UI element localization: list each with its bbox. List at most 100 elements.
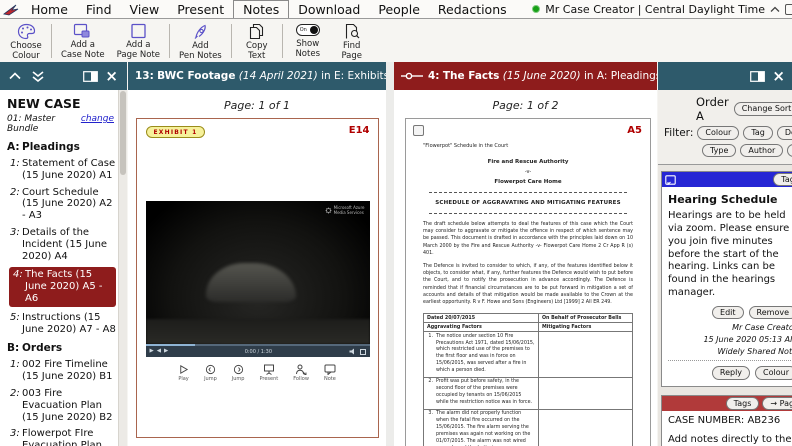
toggle-on-icon: On (296, 23, 320, 38)
sidebar-item-flowerpot-fire-evacuation[interactable]: 3: Flowerpot FIre Evacuation Plan (15 Ju… (7, 428, 116, 446)
volume-icon[interactable] (349, 348, 357, 355)
colour-button[interactable]: Colour (755, 366, 792, 380)
notes-panel: × Order A Change Sort Order Filter: Colo… (658, 62, 792, 446)
expand-all-icon[interactable] (32, 71, 44, 82)
play-button[interactable]: Play (178, 364, 189, 382)
sidebar-item-details-of-incident[interactable]: 3: Details of the Incident (15 June 2020… (7, 227, 116, 262)
button-label: Colour (12, 51, 40, 61)
change-bundle-link[interactable]: change (81, 114, 116, 124)
jump-forward-button[interactable]: Jump (232, 364, 245, 382)
sidebar-item-statement-of-case[interactable]: 1: Statement of Case (15 June 2020) A1 (7, 158, 116, 182)
note-button[interactable]: Note (324, 364, 336, 382)
button-label: Find (343, 41, 360, 51)
sidebar-item-court-schedule[interactable]: 2: Court Schedule (15 June 2020) A2 - A3 (7, 187, 116, 222)
page-select-checkbox[interactable] (413, 125, 424, 136)
scrollbar-thumb[interactable] (120, 91, 126, 175)
copy-text-button[interactable]: Copy Text (235, 20, 279, 62)
close-icon[interactable]: × (772, 69, 785, 84)
case-title: NEW CASE (7, 96, 116, 111)
doc-caption: "Flowerpot" Schedule in the Court (423, 143, 633, 149)
note-card-hearing-schedule: Tags Hearing Schedule Hearings are to be… (661, 171, 792, 387)
table-subheader-cell: Aggravating Factors (424, 323, 539, 332)
choose-colour-button[interactable]: Choose Colour (4, 20, 48, 62)
tags-button[interactable]: Tags (726, 397, 760, 411)
table-subheader-cell: Mitigating Factors (538, 323, 632, 332)
copy-icon (249, 23, 265, 40)
button-label: Copy (246, 41, 268, 51)
page-indicator: Page: 1 of 1 (128, 99, 386, 112)
jump-back-button[interactable]: Jump (204, 364, 217, 382)
tags-button[interactable]: Tags (773, 173, 792, 187)
close-icon[interactable]: × (105, 69, 118, 84)
jump-back-icon (205, 364, 216, 375)
viewer2-header: 4: The Facts (15 June 2020) in A: Pleadi… (394, 62, 657, 90)
app-logo-icon[interactable] (0, 0, 22, 18)
present-button[interactable]: Present (259, 364, 278, 382)
schedule-title: SCHEDULE OF AGGRAVATING AND MITIGATING F… (423, 200, 633, 206)
filter-type-button[interactable]: Type (702, 144, 736, 158)
menu-item-redactions[interactable]: Redactions (429, 0, 516, 18)
menu-item-present[interactable]: Present (168, 0, 233, 18)
filter-tag-button[interactable]: Tag (743, 126, 773, 140)
filter-author-button[interactable]: Author (740, 144, 783, 158)
add-page-note-button[interactable]: Add a Page Note (111, 20, 166, 62)
case-index-sidebar: × NEW CASE 01: Master Bundle change A: P… (0, 62, 127, 446)
button-label: Notes (295, 49, 320, 59)
filter-date-button[interactable]: Date (787, 144, 792, 158)
add-pen-notes-button[interactable]: Add Pen Notes (173, 20, 228, 62)
change-sort-order-button[interactable]: Change Sort Order (734, 102, 792, 116)
menu-item-home[interactable]: Home (22, 0, 77, 18)
menu-item-download[interactable]: Download (289, 0, 369, 18)
add-case-note-button[interactable]: Add a Case Note (55, 20, 111, 62)
follow-button[interactable]: Follow (293, 364, 309, 382)
sidebar-item-fire-evacuation-plan[interactable]: 2: 003 Fire Evacuation Plan (15 June 202… (7, 388, 116, 423)
remove-button[interactable]: Remove (749, 306, 792, 320)
video-progress-bar[interactable] (146, 344, 370, 346)
page-ref-a5: A5 (627, 125, 642, 136)
dashed-rule (429, 213, 627, 214)
step-back-icon[interactable]: ◀ (157, 349, 161, 355)
caselines-app: Home Find View Present Notes Download Pe… (0, 0, 792, 446)
sidebar-item-instructions[interactable]: 5: Instructions (15 June 2020) A7 - A8 (7, 312, 116, 336)
case-note-icon (665, 175, 676, 185)
sidebar-item-fire-timeline[interactable]: 1: 002 Fire Timeline (15 June 2020) B1 (7, 359, 116, 383)
menu-item-people[interactable]: People (369, 0, 429, 18)
fullscreen-icon[interactable] (360, 349, 366, 355)
menu-item-find[interactable]: Find (77, 0, 121, 18)
dual-pane-icon[interactable] (750, 71, 765, 82)
sidebar-scrollbar[interactable] (118, 90, 127, 446)
pen-icon (192, 23, 209, 40)
table-header-cell: On Behalf of Prosecutor Bells (538, 314, 632, 323)
online-status-icon (532, 5, 540, 13)
dashed-rule (429, 192, 627, 193)
facts-document-content: "Flowerpot" Schedule in the Court Fire a… (406, 119, 650, 446)
filter-colour-button[interactable]: Colour (697, 126, 739, 140)
video-frame (146, 201, 370, 357)
find-page-button[interactable]: Find Page (330, 20, 374, 62)
notes-controls: Order A Change Sort Order Filter: Colour… (658, 90, 792, 164)
reply-button[interactable]: Reply (712, 366, 750, 380)
bundle-label: 01: Master Bundle (7, 114, 81, 134)
filter-document-button[interactable]: Document (777, 126, 792, 140)
dual-pane-icon[interactable] (83, 71, 98, 82)
order-label: Order A (696, 95, 729, 123)
window-icon[interactable] (785, 4, 792, 15)
play-icon[interactable]: ▶ (150, 349, 154, 355)
goto-page-button[interactable]: → Page (762, 397, 792, 411)
menu-item-view[interactable]: View (121, 0, 169, 18)
collapse-all-icon[interactable] (9, 72, 21, 80)
mitigating-cell (538, 409, 632, 446)
step-forward-icon[interactable]: ▶ (164, 349, 168, 355)
show-notes-toggle[interactable]: On Show Notes (286, 20, 330, 62)
chevron-up-icon[interactable] (770, 6, 780, 13)
video-player[interactable]: Microsoft AzureMedia Services ▶ ◀ ▶ 0:00… (146, 201, 370, 357)
key-link-icon[interactable] (401, 71, 423, 81)
sidebar-item-the-facts[interactable]: 4: The Facts (15 June 2020) A5 - A6 (9, 267, 116, 306)
edit-button[interactable]: Edit (712, 306, 744, 320)
menu-bar: Home Find View Present Notes Download Pe… (0, 0, 792, 19)
button-label: Add a (126, 40, 150, 50)
video-control-bar[interactable]: ▶ ◀ ▶ 0:00 / 1:30 (146, 344, 370, 357)
button-label: Pen Notes (179, 51, 222, 61)
menu-item-notes[interactable]: Notes (233, 0, 289, 18)
panel-divider[interactable] (386, 62, 394, 446)
